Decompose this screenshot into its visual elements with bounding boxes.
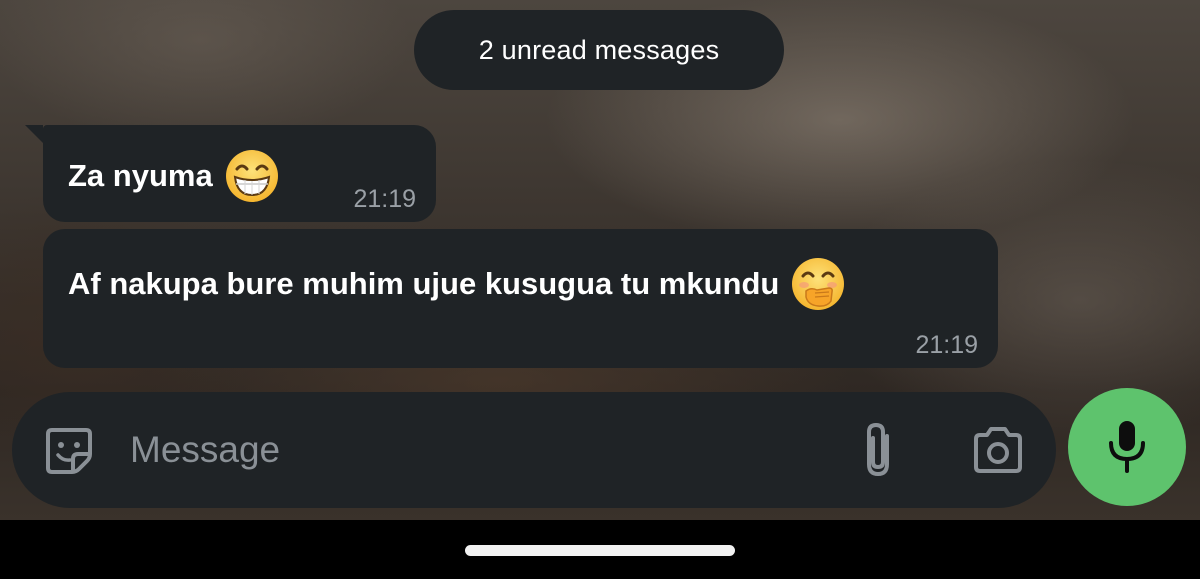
incoming-message-bubble[interactable]: Za nyuma 21:19 [25, 125, 436, 222]
message-composer [12, 392, 1056, 508]
microphone-icon [1109, 421, 1145, 473]
message-timestamp: 21:19 [353, 185, 416, 213]
camera-icon[interactable] [970, 425, 1026, 475]
message-text: Za nyuma [68, 158, 213, 193]
voice-record-button[interactable] [1068, 388, 1186, 506]
message-input[interactable] [130, 420, 830, 480]
incoming-message-bubble[interactable]: Af nakupa bure muhim ujue kusugua tu mku… [43, 229, 998, 368]
message-content: Af nakupa bure muhim ujue kusugua tu mku… [68, 257, 845, 311]
message-timestamp: 21:19 [915, 331, 978, 359]
grinning-face-with-smiling-eyes-emoji [225, 150, 278, 202]
face-with-hand-over-mouth-emoji [792, 258, 845, 310]
message-content: Za nyuma [68, 149, 279, 203]
chat-screen: 2 unread messages Za nyuma 21:19 Af naku… [0, 0, 1200, 579]
unread-messages-label: 2 unread messages [478, 34, 720, 65]
system-navigation-bar [0, 520, 1200, 579]
sticker-icon[interactable] [42, 424, 96, 478]
unread-messages-badge[interactable]: 2 unread messages [414, 10, 784, 90]
bubble-tail [25, 125, 43, 143]
paperclip-icon[interactable] [857, 420, 899, 480]
home-gesture-handle[interactable] [465, 545, 735, 556]
message-text: Af nakupa bure muhim ujue kusugua tu mku… [68, 266, 780, 301]
